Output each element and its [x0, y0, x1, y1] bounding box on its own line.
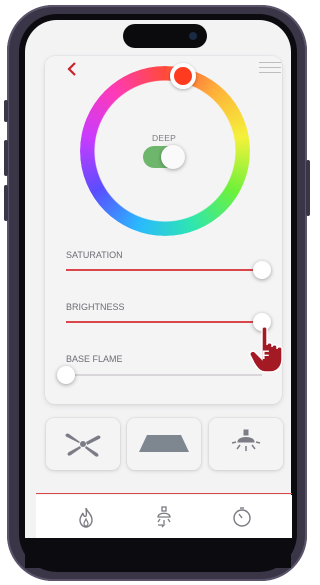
side-button-right: [306, 160, 310, 216]
fan-icon: [65, 433, 101, 457]
hamburger-menu-icon[interactable]: [259, 58, 281, 74]
brightness-label: BRIGHTNESS: [66, 302, 125, 312]
side-button-left-3: [4, 185, 8, 221]
saturation-fill: [66, 269, 262, 271]
color-wheel-marker[interactable]: [170, 63, 196, 89]
side-button-left-1: [4, 100, 8, 122]
lamp-icon[interactable]: [152, 505, 176, 529]
base-flame-label: BASE FLAME: [66, 354, 123, 364]
ceiling-light-icon: [231, 429, 261, 451]
base-flame-slider[interactable]: [57, 366, 262, 384]
brightness-fill: [66, 321, 262, 323]
tab-bar: [36, 495, 292, 538]
deep-label: DEEP: [152, 133, 176, 143]
ceiling-light-tile[interactable]: [209, 418, 283, 470]
deep-toggle[interactable]: [143, 145, 185, 169]
home-indicator-area: [25, 538, 291, 568]
chevron-left-icon[interactable]: [66, 61, 78, 79]
fireplace-tray-tile[interactable]: [127, 418, 201, 470]
tabbar-divider: [36, 493, 292, 494]
camera-icon: [189, 32, 197, 40]
fan-tile[interactable]: [46, 418, 120, 470]
fireplace-tray-icon: [139, 435, 189, 452]
dynamic-island: [123, 24, 207, 48]
saturation-slider[interactable]: [66, 261, 271, 279]
saturation-thumb[interactable]: [253, 261, 271, 279]
pointer-letter: F: [262, 348, 270, 362]
flame-icon[interactable]: [74, 505, 98, 529]
deep-toggle-knob[interactable]: [161, 145, 185, 169]
base-flame-thumb[interactable]: [57, 366, 75, 384]
saturation-label: SATURATION: [66, 250, 123, 260]
side-button-left-2: [4, 140, 8, 176]
brightness-slider[interactable]: [66, 313, 271, 331]
timer-icon[interactable]: [230, 505, 254, 529]
